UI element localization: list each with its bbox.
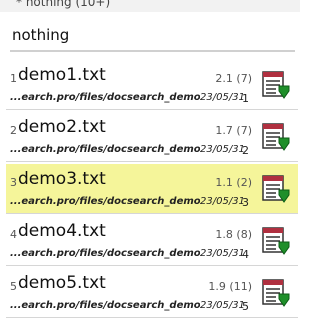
result-score: 2.1 (7) xyxy=(215,72,252,85)
result-date: 23/05/31 xyxy=(200,92,245,103)
result-path: ...earch.pro/files/docsearch_demo xyxy=(10,300,200,311)
results-list: 1 demo1.txt 2.1 (7) ...earch.pro/files/d… xyxy=(0,60,300,318)
result-index: 5 xyxy=(242,300,249,313)
result-score: 1.8 (8) xyxy=(215,228,252,241)
result-item[interactable]: 4 demo4.txt 1.8 (8) ...earch.pro/files/d… xyxy=(6,216,298,266)
result-item[interactable]: 2 demo2.txt 1.7 (7) ...earch.pro/files/d… xyxy=(6,112,298,162)
result-path: ...earch.pro/files/docsearch_demo xyxy=(10,248,200,259)
result-filename: demo5.txt xyxy=(18,273,106,293)
result-number: 4 xyxy=(10,228,17,241)
result-filename: demo3.txt xyxy=(18,169,106,189)
app-title-bar: * nothing (10+) xyxy=(0,0,300,12)
result-score: 1.7 (7) xyxy=(215,124,252,137)
result-index: 2 xyxy=(242,144,249,157)
app-title: * nothing (10+) xyxy=(16,0,111,9)
result-date: 23/05/31 xyxy=(200,144,245,155)
document-download-icon[interactable] xyxy=(262,174,290,204)
result-score: 1.1 (2) xyxy=(215,176,252,189)
result-path: ...earch.pro/files/docsearch_demo xyxy=(10,144,200,155)
result-filename: demo1.txt xyxy=(18,65,106,85)
result-item[interactable]: 1 demo1.txt 2.1 (7) ...earch.pro/files/d… xyxy=(6,60,298,110)
document-download-icon[interactable] xyxy=(262,122,290,152)
result-number: 5 xyxy=(10,280,17,293)
result-path: ...earch.pro/files/docsearch_demo xyxy=(10,196,200,207)
result-item[interactable]: 5 demo5.txt 1.9 (11) ...earch.pro/files/… xyxy=(6,268,298,318)
search-input[interactable]: nothing xyxy=(10,22,295,52)
result-number: 2 xyxy=(10,124,17,137)
result-filename: demo2.txt xyxy=(18,117,106,137)
result-date: 23/05/31 xyxy=(200,248,245,259)
result-date: 23/05/31 xyxy=(200,196,245,207)
result-path: ...earch.pro/files/docsearch_demo xyxy=(10,92,200,103)
result-number: 1 xyxy=(10,72,17,85)
search-query[interactable]: nothing xyxy=(12,26,69,44)
document-download-icon[interactable] xyxy=(262,70,290,100)
result-filename: demo4.txt xyxy=(18,221,106,241)
document-download-icon[interactable] xyxy=(262,226,290,256)
result-index: 1 xyxy=(242,92,249,105)
result-date: 23/05/31 xyxy=(200,300,245,311)
result-number: 3 xyxy=(10,176,17,189)
search-underline xyxy=(10,50,295,52)
result-index: 3 xyxy=(242,196,249,209)
result-score: 1.9 (11) xyxy=(208,280,252,293)
result-index: 4 xyxy=(242,248,249,261)
document-download-icon[interactable] xyxy=(262,278,290,308)
result-item-selected[interactable]: 3 demo3.txt 1.1 (2) ...earch.pro/files/d… xyxy=(6,164,298,214)
